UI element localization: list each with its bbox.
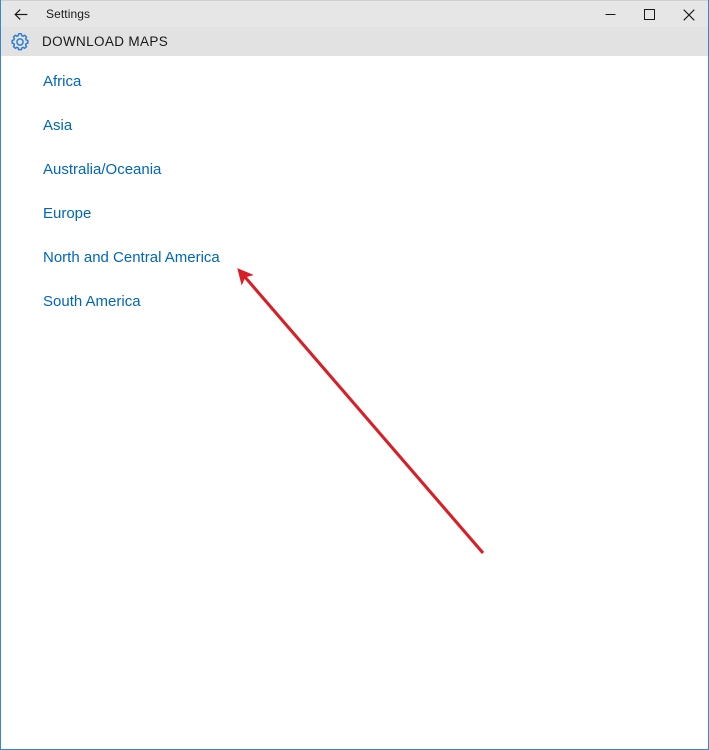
list-item: Africa bbox=[43, 72, 220, 116]
list-item: North and Central America bbox=[43, 248, 220, 292]
close-icon bbox=[682, 8, 695, 21]
list-item: Australia/Oceania bbox=[43, 160, 220, 204]
maximize-icon bbox=[644, 9, 655, 20]
minimize-button[interactable] bbox=[591, 1, 630, 28]
gear-icon bbox=[9, 31, 31, 53]
region-link-europe[interactable]: Europe bbox=[43, 204, 91, 224]
region-link-south-america[interactable]: South America bbox=[43, 292, 141, 312]
maximize-button[interactable] bbox=[630, 1, 669, 28]
back-arrow-icon bbox=[13, 6, 30, 23]
region-link-africa[interactable]: Africa bbox=[43, 72, 81, 92]
minimize-icon bbox=[605, 9, 616, 20]
content-area: Africa Asia Australia/Oceania Europe Nor… bbox=[1, 56, 708, 749]
region-link-north-and-central-america[interactable]: North and Central America bbox=[43, 248, 220, 268]
title-bar: Settings bbox=[1, 0, 708, 27]
settings-window: Settings DOWNLOAD MAPS Africa Asia Austr… bbox=[0, 0, 709, 750]
window-title: Settings bbox=[46, 7, 91, 21]
page-title: DOWNLOAD MAPS bbox=[42, 34, 169, 49]
region-link-asia[interactable]: Asia bbox=[43, 116, 72, 136]
page-header: DOWNLOAD MAPS bbox=[1, 27, 708, 56]
region-list: Africa Asia Australia/Oceania Europe Nor… bbox=[43, 72, 220, 336]
close-button[interactable] bbox=[669, 1, 708, 28]
region-link-australia-oceania[interactable]: Australia/Oceania bbox=[43, 160, 161, 180]
back-button[interactable] bbox=[6, 2, 36, 27]
list-item: Asia bbox=[43, 116, 220, 160]
list-item: Europe bbox=[43, 204, 220, 248]
list-item: South America bbox=[43, 292, 220, 336]
